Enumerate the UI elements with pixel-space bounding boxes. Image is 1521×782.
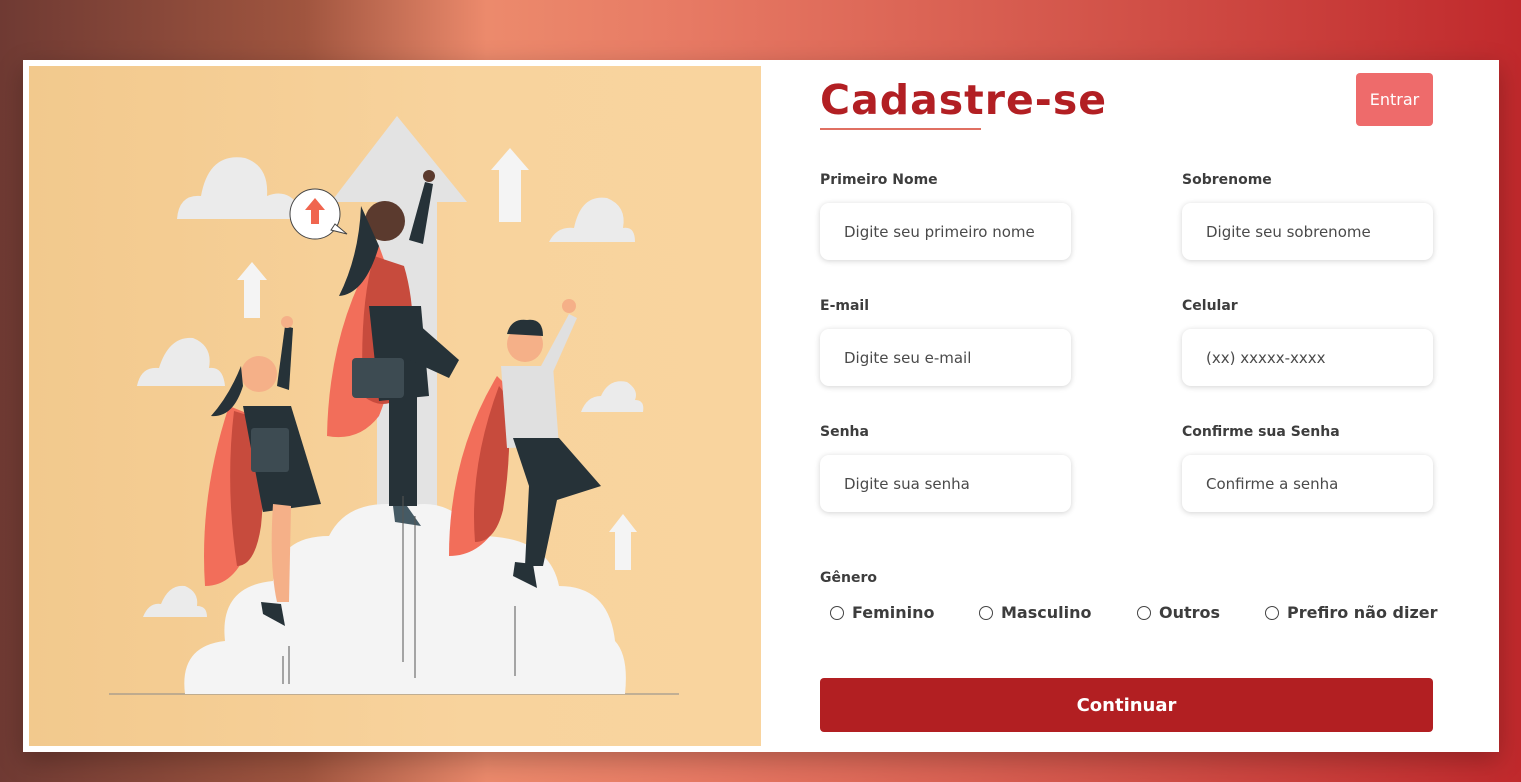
email-label: E-mail [820,298,870,314]
gender-option-label: Masculino [1001,603,1092,622]
login-button[interactable]: Entrar [1356,73,1433,126]
email-input[interactable] [820,329,1071,386]
last-name-label: Sobrenome [1182,172,1272,188]
confirm-password-input[interactable] [1182,455,1433,512]
gender-option-label: Prefiro não dizer [1287,603,1438,622]
radio-circle-icon[interactable] [830,605,844,620]
confirm-password-label: Confirme sua Senha [1182,424,1340,440]
continue-button[interactable]: Continuar [820,678,1433,732]
gender-option-prefiro-nao-dizer[interactable]: Prefiro não dizer [1265,603,1438,622]
gender-option-feminino[interactable]: Feminino [830,603,935,622]
gender-option-label: Feminino [852,603,935,622]
gender-option-outros[interactable]: Outros [1137,603,1220,622]
phone-input[interactable] [1182,329,1433,386]
signup-form: Cadastre-se Entrar Primeiro Nome Sobreno… [820,60,1438,752]
radio-circle-icon[interactable] [1265,605,1279,620]
radio-circle-icon[interactable] [979,605,993,620]
superhero-team-illustration [109,116,679,695]
phone-label: Celular [1182,298,1238,314]
illustration-panel [29,66,761,746]
gender-option-label: Outros [1159,603,1221,622]
title-underline [820,128,981,130]
gender-label: Gênero [820,570,877,586]
password-label: Senha [820,424,869,440]
gender-option-masculino[interactable]: Masculino [979,603,1091,622]
first-name-input[interactable] [820,203,1071,260]
last-name-input[interactable] [1182,203,1433,260]
radio-circle-icon[interactable] [1137,605,1151,620]
page-title: Cadastre-se [820,76,1108,124]
password-input[interactable] [820,455,1071,512]
first-name-label: Primeiro Nome [820,172,938,188]
signup-card: Cadastre-se Entrar Primeiro Nome Sobreno… [23,60,1499,752]
